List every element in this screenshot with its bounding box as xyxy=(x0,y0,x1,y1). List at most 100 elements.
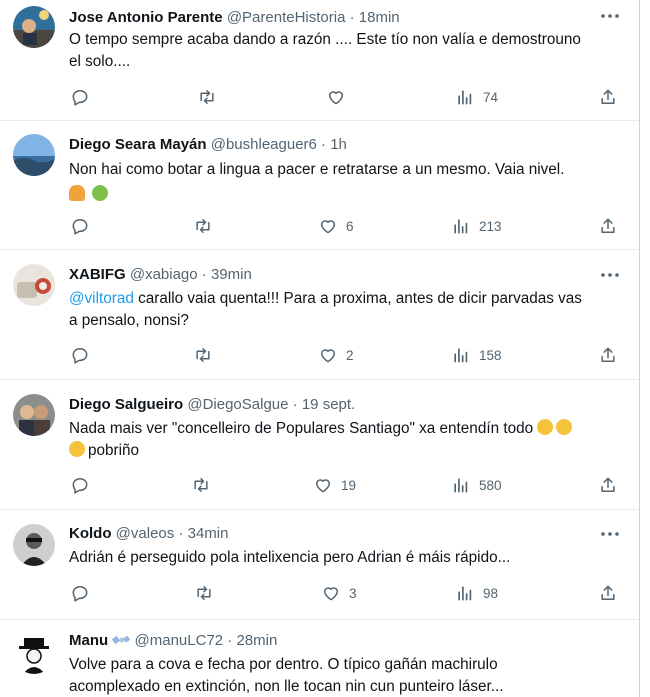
display-name[interactable]: Jose Antonio Parente xyxy=(69,9,223,26)
username[interactable]: @DiegoSalgue xyxy=(187,396,288,413)
display-name[interactable]: Manu xyxy=(69,632,108,649)
like-icon xyxy=(318,216,338,236)
views-button[interactable]: 213 xyxy=(451,213,502,239)
display-name[interactable]: Diego Salgueiro xyxy=(69,396,183,413)
like-button[interactable]: 19 xyxy=(313,472,356,498)
satellite-icon xyxy=(112,633,131,647)
reply-button[interactable] xyxy=(70,472,98,498)
username[interactable]: @manuLC72 xyxy=(135,632,224,649)
view-count: 580 xyxy=(479,477,502,493)
share-button[interactable] xyxy=(598,342,618,368)
tweet-text-line: Non hai como botar a lingua a pacer e re… xyxy=(69,161,565,178)
like-button[interactable]: 6 xyxy=(318,213,354,239)
share-icon xyxy=(598,216,618,236)
like-count: 19 xyxy=(341,477,357,493)
tweet-text-segment: carallo vaia quenta!!! Para a proxima, a… xyxy=(133,290,582,307)
more-icon[interactable] xyxy=(598,263,622,287)
tweet-text-line: Nada mais ver "concelleiro de Populares … xyxy=(69,418,629,440)
reply-button[interactable] xyxy=(70,580,98,606)
share-button[interactable] xyxy=(598,84,618,110)
tweet-text: Nada mais ver "concelleiro de Populares … xyxy=(69,418,629,462)
tears-of-joy-icon xyxy=(537,419,554,435)
action-bar: 2 158 xyxy=(62,342,632,368)
like-count: 6 xyxy=(346,218,354,234)
reply-icon xyxy=(70,216,90,236)
avatar[interactable] xyxy=(13,632,55,674)
display-name[interactable]: Koldo xyxy=(69,525,112,542)
tweet[interactable]: Diego Salgueiro @DiegoSalgue · 19 sept. … xyxy=(0,380,639,510)
avatar[interactable] xyxy=(13,264,55,306)
like-button[interactable]: 2 xyxy=(318,342,354,368)
views-icon xyxy=(455,583,475,603)
share-icon xyxy=(598,583,618,603)
share-button[interactable] xyxy=(598,472,618,498)
timestamp[interactable]: 18min xyxy=(359,9,400,26)
share-icon xyxy=(598,475,618,495)
avatar[interactable] xyxy=(13,524,55,566)
avatar[interactable] xyxy=(13,134,55,176)
share-button[interactable] xyxy=(598,213,618,239)
views-icon xyxy=(451,475,471,495)
more-icon[interactable] xyxy=(598,4,622,28)
retweet-icon xyxy=(194,583,214,603)
retweet-button[interactable] xyxy=(193,342,221,368)
tweet-text: @viltorad carallo vaia quenta!!! Para a … xyxy=(69,288,629,332)
like-icon xyxy=(318,345,338,365)
share-icon xyxy=(598,345,618,365)
timestamp[interactable]: 34min xyxy=(188,525,229,542)
views-button[interactable]: 580 xyxy=(451,472,502,498)
retweet-button[interactable] xyxy=(193,213,221,239)
username[interactable]: @bushleaguer6 xyxy=(211,136,317,153)
views-button[interactable]: 74 xyxy=(455,84,498,110)
timestamp[interactable]: 39min xyxy=(211,266,252,283)
action-bar: 3 98 xyxy=(62,580,632,606)
retweet-button[interactable] xyxy=(194,580,222,606)
timestamp[interactable]: 1h xyxy=(330,136,347,153)
username[interactable]: @valeos xyxy=(116,525,175,542)
share-button[interactable] xyxy=(598,580,618,606)
like-button[interactable]: 3 xyxy=(321,580,357,606)
tweet[interactable]: Manu @manuLC72 · 28min Volve para a cova… xyxy=(0,620,639,697)
like-button[interactable] xyxy=(326,84,354,110)
tweet-emoji-line xyxy=(69,181,629,203)
views-icon xyxy=(455,87,475,107)
retweet-icon xyxy=(191,475,211,495)
display-name[interactable]: Diego Seara Mayán xyxy=(69,136,207,153)
separator: · xyxy=(201,266,207,283)
username[interactable]: @xabiago xyxy=(130,266,198,283)
avatar[interactable] xyxy=(13,6,55,48)
reply-button[interactable] xyxy=(70,342,98,368)
mention-link[interactable]: @viltorad xyxy=(69,290,134,307)
share-icon xyxy=(598,87,618,107)
avatar[interactable] xyxy=(13,394,55,436)
timestamp[interactable]: 19 sept. xyxy=(302,396,355,413)
retweet-icon xyxy=(193,216,213,236)
tweet[interactable]: Diego Seara Mayán @bushleaguer6 · 1h Non… xyxy=(0,121,639,250)
separator: · xyxy=(227,632,233,649)
tweet-header: Diego Seara Mayán @bushleaguer6 · 1h xyxy=(69,135,347,154)
retweet-button[interactable] xyxy=(197,84,225,110)
tweet-header: XABIFG @xabiago · 39min xyxy=(69,265,252,284)
like-icon xyxy=(313,475,333,495)
display-name[interactable]: XABIFG xyxy=(69,266,126,283)
views-button[interactable]: 158 xyxy=(451,342,502,368)
views-button[interactable]: 98 xyxy=(455,580,498,606)
tweet-text-line: acomplexado en extinción, non lle tocan … xyxy=(69,678,504,695)
reply-button[interactable] xyxy=(70,213,98,239)
reply-button[interactable] xyxy=(70,84,98,110)
action-bar: 6 213 xyxy=(62,213,632,239)
tweet-text: Non hai como botar a lingua a pacer e re… xyxy=(69,159,629,203)
username[interactable]: @ParenteHistoria xyxy=(227,9,346,26)
views-icon xyxy=(451,345,471,365)
timestamp[interactable]: 28min xyxy=(236,632,277,649)
tears-of-joy-icon xyxy=(556,419,573,435)
more-icon[interactable] xyxy=(598,522,622,546)
retweet-button[interactable] xyxy=(191,472,219,498)
view-count: 158 xyxy=(479,347,502,363)
tweet-text: O tempo sempre acaba dando a razón .... … xyxy=(69,29,629,73)
tweet[interactable]: XABIFG @xabiago · 39min @viltorad carall… xyxy=(0,250,639,380)
tweet[interactable]: Jose Antonio Parente @ParenteHistoria · … xyxy=(0,0,639,121)
like-count: 3 xyxy=(349,585,357,601)
tweet[interactable]: Koldo @valeos · 34min Adrián é perseguid… xyxy=(0,510,639,620)
person-gesturing-icon xyxy=(69,185,85,201)
